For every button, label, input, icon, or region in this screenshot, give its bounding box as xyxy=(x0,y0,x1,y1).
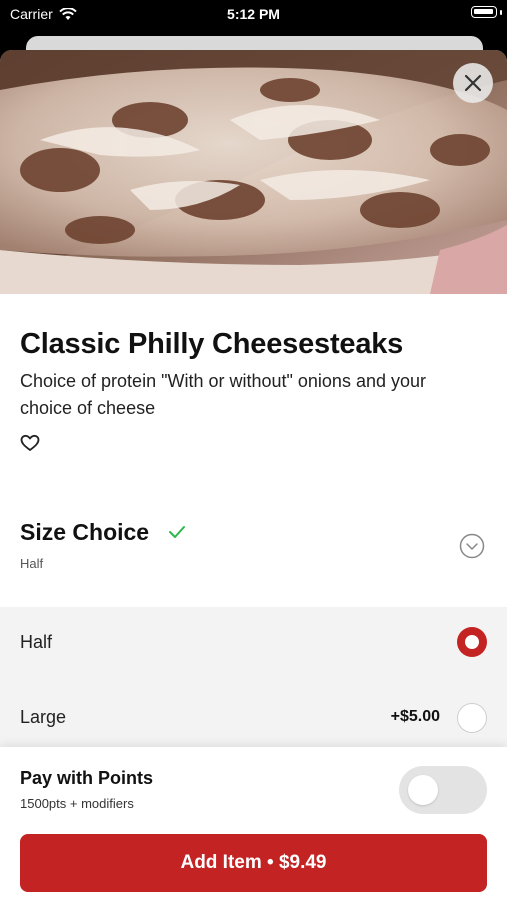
list-item[interactable]: Large +$5.00 xyxy=(0,677,507,747)
add-item-button[interactable]: Add Item • $9.49 xyxy=(20,834,487,892)
close-button[interactable] xyxy=(453,63,493,103)
check-icon xyxy=(169,526,185,538)
radio-button[interactable] xyxy=(457,703,487,733)
heart-icon xyxy=(20,434,40,451)
points-subtitle: 1500pts + modifiers xyxy=(20,796,134,811)
option-label: Half xyxy=(20,632,53,652)
item-photo xyxy=(0,50,507,294)
toggle-knob xyxy=(408,775,438,805)
favorite-button[interactable] xyxy=(20,434,40,457)
radio-button-selected[interactable] xyxy=(457,627,487,657)
list-item[interactable]: Half xyxy=(0,607,507,677)
clock: 5:12 PM xyxy=(227,6,280,22)
battery-tip xyxy=(500,10,502,15)
item-title: Classic Philly Cheesesteaks xyxy=(20,328,404,360)
cheesesteak-image xyxy=(0,50,507,294)
option-price: +$5.00 xyxy=(390,708,440,725)
item-description: Choice of protein "With or without" onio… xyxy=(20,371,426,418)
checkout-panel: Pay with Points 1500pts + modifiers Add … xyxy=(0,747,507,900)
points-title: Pay with Points xyxy=(20,768,154,788)
chevron-down-icon[interactable] xyxy=(459,533,485,559)
close-icon xyxy=(464,74,482,92)
size-options-list: Half Large +$5.00 xyxy=(0,607,507,747)
option-label: Large xyxy=(20,707,67,727)
points-toggle[interactable] xyxy=(399,766,487,814)
item-detail-sheet: Classic Philly Cheesesteaks Choice of pr… xyxy=(0,50,507,900)
status-bar: Carrier 5:12 PM xyxy=(0,0,507,28)
section-title-size-choice: Size Choice xyxy=(20,519,150,545)
size-choice-selected: Half xyxy=(20,556,44,571)
battery-icon xyxy=(471,6,497,18)
